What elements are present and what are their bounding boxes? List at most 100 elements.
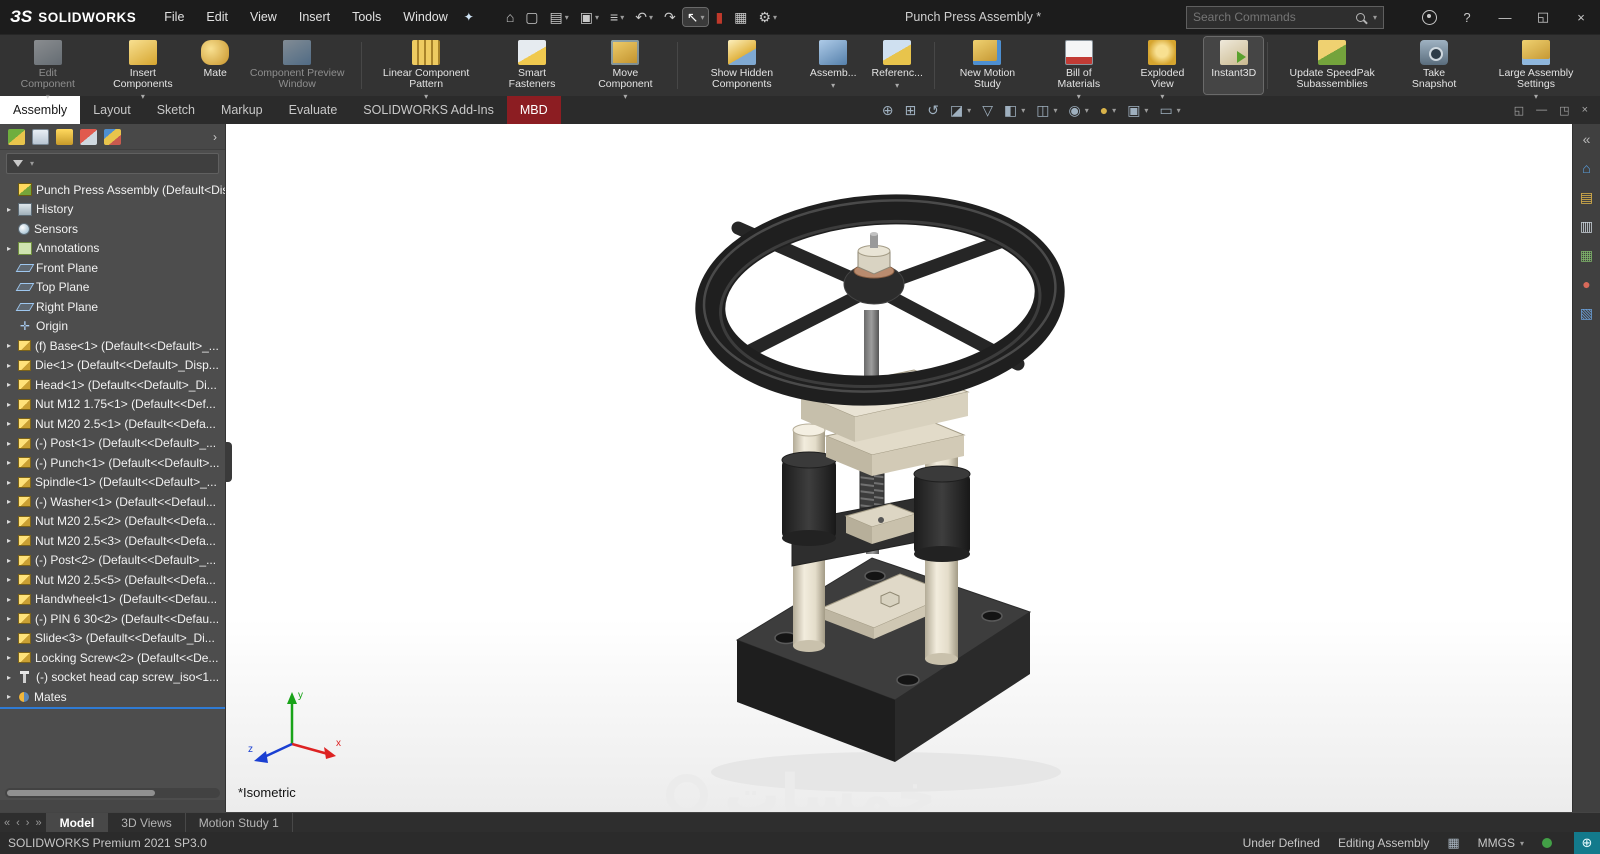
status-help-tile-icon[interactable]: ⊕ xyxy=(1574,832,1600,854)
ribbon-linear-component-pattern[interactable]: Linear Component Pattern ▾ xyxy=(366,37,486,101)
tree-item-head-1-default-default-di[interactable]: ▸ Head<1> (Default<<Default>_Di... xyxy=(0,375,225,395)
ribbon-move-component[interactable]: Move Component ▾ xyxy=(578,37,673,101)
ribbon-referenc-caret-icon[interactable]: ▾ xyxy=(895,80,899,91)
dynamic-annotation-button[interactable]: ▽ xyxy=(982,102,993,119)
ribbon-new-motion-study[interactable]: New Motion Study xyxy=(939,37,1036,94)
ribbon-move-component-caret-icon[interactable]: ▾ xyxy=(623,91,627,102)
menu-tools[interactable]: Tools xyxy=(350,8,383,26)
panel-splitter-handle[interactable] xyxy=(225,442,232,482)
view-settings-caret-icon[interactable]: ▾ xyxy=(1177,106,1181,115)
home-button[interactable]: ⌂ xyxy=(502,8,518,26)
configurationmanager-tab-icon[interactable] xyxy=(56,128,73,145)
doc-tab-motion-study-1[interactable]: Motion Study 1 xyxy=(186,813,293,832)
menu-insert[interactable]: Insert xyxy=(297,8,332,26)
expand-caret-icon[interactable]: ▸ xyxy=(4,205,14,214)
tree-item-history[interactable]: ▸ History xyxy=(0,200,225,220)
task-pane-home-button[interactable]: ⌂ xyxy=(1582,161,1590,175)
first-tab-button[interactable]: « xyxy=(4,817,10,829)
ribbon-assemb-caret-icon[interactable]: ▾ xyxy=(831,80,835,91)
tree-item-pin-6-30-2-default-defau[interactable]: ▸ (-) PIN 6 30<2> (Default<<Defau... xyxy=(0,609,225,629)
record-button[interactable]: ▮ xyxy=(711,8,727,26)
punch-press-model[interactable] xyxy=(226,124,1572,812)
edit-appearance-caret-icon[interactable]: ▾ xyxy=(1112,106,1116,115)
tree-item-slide-3-default-default-di[interactable]: ▸ Slide<3> (Default<<Default>_Di... xyxy=(0,629,225,649)
expand-caret-icon[interactable]: ▸ xyxy=(4,653,14,662)
expand-caret-icon[interactable]: ▸ xyxy=(4,692,14,701)
tree-item-nut-m20-2-5-1-default-defa[interactable]: ▸ Nut M20 2.5<1> (Default<<Defa... xyxy=(0,414,225,434)
print-button[interactable]: ≡ ▾ xyxy=(606,8,628,26)
ribbon-edit-component[interactable]: Edit Component ▾ xyxy=(4,37,92,101)
previous-view-button[interactable]: ↺ xyxy=(927,102,939,119)
filter-caret-icon[interactable]: ▾ xyxy=(30,159,34,168)
view-orientation-caret-icon[interactable]: ▾ xyxy=(1021,106,1025,115)
tree-item-front-plane[interactable]: Front Plane xyxy=(0,258,225,278)
menu-window[interactable]: Window xyxy=(401,8,449,26)
tree-item-locking-screw-2-default-de[interactable]: ▸ Locking Screw<2> (Default<<De... xyxy=(0,648,225,668)
ribbon-exploded-view[interactable]: Exploded View ▾ xyxy=(1122,37,1204,101)
close-button[interactable]: × xyxy=(1562,0,1600,34)
expand-caret-icon[interactable]: ▸ xyxy=(4,673,14,682)
tree-item-right-plane[interactable]: Right Plane xyxy=(0,297,225,317)
status-units-group[interactable]: MMGS ▾ xyxy=(1478,836,1524,850)
collapse-taskpane-button[interactable]: « xyxy=(1583,132,1591,146)
ribbon-large-assembly-settings[interactable]: Large Assembly Settings ▾ xyxy=(1476,37,1596,101)
ribbon-smart-fasteners[interactable]: Smart Fasteners xyxy=(487,37,577,94)
open-document-button[interactable]: ▤ ▾ xyxy=(546,8,573,26)
tab-markup[interactable]: Markup xyxy=(208,96,276,124)
options-gear-caret-icon[interactable]: ▾ xyxy=(773,13,777,22)
tree-item-f-base-1-default-default[interactable]: ▸ (f) Base<1> (Default<<Default>_... xyxy=(0,336,225,356)
select-arrow-caret-icon[interactable]: ▾ xyxy=(700,13,704,22)
expand-caret-icon[interactable]: ▸ xyxy=(4,400,14,409)
print-caret-icon[interactable]: ▾ xyxy=(620,13,624,22)
appearances-button[interactable]: ● xyxy=(1582,277,1590,291)
tree-filter-input[interactable]: ▾ xyxy=(6,153,219,174)
prev-tab-button[interactable]: ‹ xyxy=(16,817,20,829)
zoom-area-button[interactable]: ⊞ xyxy=(904,102,916,119)
propertymanager-tab-icon[interactable] xyxy=(32,128,49,145)
section-view-caret-icon[interactable]: ▾ xyxy=(967,106,971,115)
doc-minimize-button[interactable]: — xyxy=(1536,104,1547,116)
ribbon-bill-of-materials[interactable]: Bill of Materials ▾ xyxy=(1037,37,1121,101)
tree-item-spindle-1-default-default[interactable]: ▸ Spindle<1> (Default<<Default>_... xyxy=(0,473,225,493)
expand-caret-icon[interactable]: ▸ xyxy=(4,439,14,448)
doc-restore-button[interactable]: ◳ xyxy=(1559,104,1569,117)
expand-caret-icon[interactable]: ▸ xyxy=(4,497,14,506)
expand-caret-icon[interactable]: ▸ xyxy=(4,341,14,350)
display-style-caret-icon[interactable]: ▾ xyxy=(1053,106,1057,115)
tab-layout[interactable]: Layout xyxy=(80,96,144,124)
apply-scene-caret-icon[interactable]: ▾ xyxy=(1144,106,1148,115)
doc-tab-3d-views[interactable]: 3D Views xyxy=(108,813,186,832)
edit-appearance-button[interactable]: ● ▾ xyxy=(1100,102,1116,118)
expand-caret-icon[interactable]: ▸ xyxy=(4,419,14,428)
expand-caret-icon[interactable]: ▸ xyxy=(4,478,14,487)
search-caret-icon[interactable]: ▾ xyxy=(1373,13,1377,22)
tree-item-annotations[interactable]: ▸ Annotations xyxy=(0,239,225,259)
section-view-button[interactable]: ◪ ▾ xyxy=(950,102,971,119)
expand-caret-icon[interactable]: ▸ xyxy=(4,517,14,526)
tree-item-mates[interactable]: ▸ Mates xyxy=(0,687,225,707)
menu-view[interactable]: View xyxy=(248,8,279,26)
tree-item-nut-m20-2-5-2-default-defa[interactable]: ▸ Nut M20 2.5<2> (Default<<Defa... xyxy=(0,512,225,532)
tree-item-origin[interactable]: ✛ Origin xyxy=(0,317,225,337)
tree-item-socket-head-cap-screw-iso-1[interactable]: ▸ (-) socket head cap screw_iso<1... xyxy=(0,668,225,688)
tree-item-nut-m20-2-5-3-default-defa[interactable]: ▸ Nut M20 2.5<3> (Default<<Defa... xyxy=(0,531,225,551)
tree-item-washer-1-default-defaul[interactable]: ▸ (-) Washer<1> (Default<<Defaul... xyxy=(0,492,225,512)
expand-caret-icon[interactable]: ▸ xyxy=(4,575,14,584)
tree-item-nut-m20-2-5-5-default-defa[interactable]: ▸ Nut M20 2.5<5> (Default<<Defa... xyxy=(0,570,225,590)
new-document-button[interactable]: ▢ xyxy=(521,8,542,26)
view-settings-button[interactable]: ▭ ▾ xyxy=(1159,102,1180,119)
next-tab-button[interactable]: › xyxy=(26,817,30,829)
account-button[interactable] xyxy=(1410,0,1448,34)
tab-solidworks-add-ins[interactable]: SOLIDWORKS Add-Ins xyxy=(350,96,507,124)
ribbon-edit-component-caret-icon[interactable]: ▾ xyxy=(46,91,50,102)
custom-properties-button[interactable]: ▧ xyxy=(1580,306,1593,320)
tab-evaluate[interactable]: Evaluate xyxy=(276,96,351,124)
ribbon-referenc[interactable]: Referenc... ▾ xyxy=(865,37,930,94)
tab-sketch[interactable]: Sketch xyxy=(144,96,208,124)
view-palette-button[interactable]: ▦ xyxy=(1580,248,1593,262)
tree-item-punch-press-assembly-default-d[interactable]: Punch Press Assembly (Default<Disp... xyxy=(0,180,225,200)
minimize-button[interactable]: — xyxy=(1486,0,1524,34)
menu-file[interactable]: File xyxy=(162,8,186,26)
tree-item-die-1-default-default-disp[interactable]: ▸ Die<1> (Default<<Default>_Disp... xyxy=(0,356,225,376)
tree-item-top-plane[interactable]: Top Plane xyxy=(0,278,225,298)
